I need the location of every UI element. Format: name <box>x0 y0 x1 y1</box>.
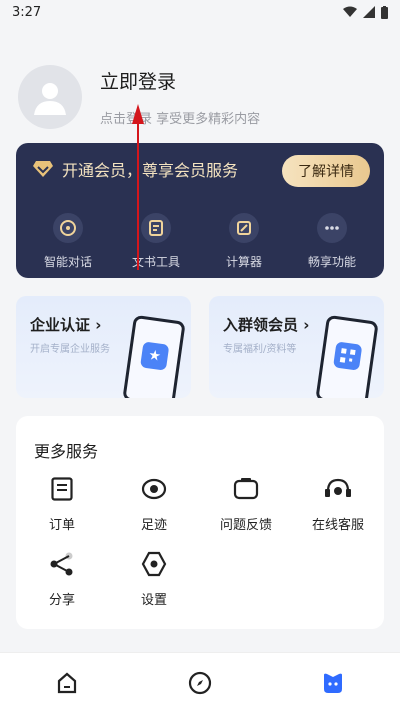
enterprise-certification-card[interactable]: 企业认证 › 开启专属企业服务 ★ <box>16 296 191 398</box>
home-icon <box>57 672 76 693</box>
promo-subtitle: 开启专属企业服务 <box>30 344 110 355</box>
compass-icon <box>188 671 212 694</box>
service-footprint[interactable]: 足迹 <box>108 474 200 533</box>
service-online-support[interactable]: 在线客服 <box>292 474 384 533</box>
service-orders[interactable]: 订单 <box>16 474 108 533</box>
settings-icon <box>139 549 169 579</box>
vip-item-label: 畅享功能 <box>307 255 356 269</box>
join-group-card[interactable]: 入群领会员 › 专属福利/资料等 <box>209 296 384 398</box>
phone-illustration: ★ <box>122 314 186 398</box>
profile-icon <box>324 673 343 693</box>
service-label: 分享 <box>48 593 75 608</box>
service-share[interactable]: 分享 <box>16 549 108 608</box>
service-feedback[interactable]: 问题反馈 <box>200 474 292 533</box>
nav-discover[interactable] <box>178 661 222 705</box>
calculator-icon <box>229 213 259 243</box>
service-label: 问题反馈 <box>219 518 272 533</box>
service-label: 足迹 <box>140 518 167 533</box>
vip-item-label: 文书工具 <box>131 255 180 269</box>
diamond-icon <box>33 161 53 177</box>
more-icon <box>317 213 347 243</box>
status-icons <box>343 5 388 19</box>
promo-subtitle: 专属福利/资料等 <box>223 344 297 355</box>
status-time: 3:27 <box>12 4 42 20</box>
battery-icon <box>381 5 388 19</box>
promo-title: 入群领会员 › <box>223 316 310 334</box>
chat-icon <box>53 213 83 243</box>
feedback-icon <box>231 474 261 504</box>
share-icon <box>47 549 77 579</box>
promo-title: 企业认证 › <box>30 316 102 334</box>
vip-item-documents[interactable]: 文书工具 <box>116 213 196 270</box>
vip-card: 开通会员，尊享会员服务 了解详情 智能对话 文书工具 计算器 畅享功能 <box>16 143 384 278</box>
qr-code-icon <box>333 341 363 371</box>
headset-icon <box>323 474 353 504</box>
bottom-navigation <box>0 652 400 712</box>
order-icon <box>47 474 77 504</box>
nav-home[interactable] <box>45 661 89 705</box>
vip-item-label: 智能对话 <box>43 255 92 269</box>
avatar[interactable] <box>18 65 82 129</box>
service-label: 订单 <box>48 518 75 533</box>
document-icon <box>141 213 171 243</box>
service-label: 在线客服 <box>311 518 364 533</box>
footprint-icon <box>139 474 169 504</box>
profile-header[interactable]: 立即登录 点击登录 享受更多精彩内容 <box>18 62 378 132</box>
more-services-panel: 更多服务 订单 足迹 问题反馈 在线客服 分享 设置 <box>16 416 384 629</box>
star-badge-icon: ★ <box>140 341 170 371</box>
service-settings[interactable]: 设置 <box>108 549 200 608</box>
user-icon <box>34 83 66 115</box>
vip-item-calculator[interactable]: 计算器 <box>204 213 284 270</box>
nav-profile[interactable] <box>311 661 355 705</box>
services-title: 更多服务 <box>34 442 99 461</box>
service-label: 设置 <box>140 593 167 608</box>
vip-title: 开通会员，尊享会员服务 <box>62 161 239 180</box>
vip-item-label: 计算器 <box>225 255 262 269</box>
signal-icon <box>363 6 375 18</box>
status-bar: 3:27 <box>0 0 400 24</box>
wifi-icon <box>343 6 357 17</box>
vip-item-more[interactable]: 畅享功能 <box>292 213 372 270</box>
login-title[interactable]: 立即登录 <box>100 67 260 94</box>
learn-more-button[interactable]: 了解详情 <box>282 155 370 187</box>
login-subtitle: 点击登录 享受更多精彩内容 <box>100 112 261 127</box>
phone-illustration <box>315 314 379 398</box>
vip-item-chat[interactable]: 智能对话 <box>28 213 108 270</box>
